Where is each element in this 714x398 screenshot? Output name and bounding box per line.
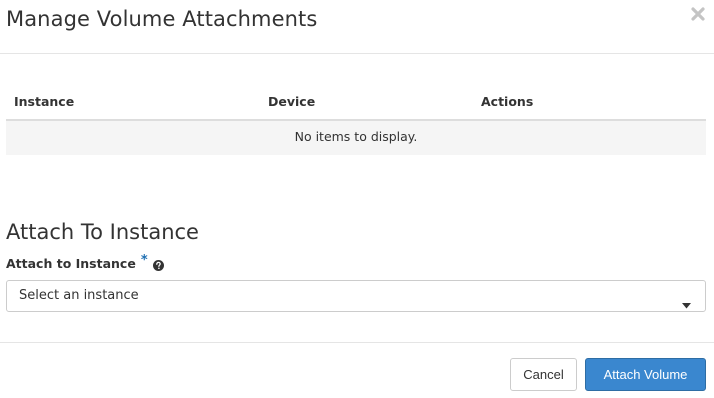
column-header-actions: Actions — [481, 94, 534, 109]
instance-select[interactable]: Select an instance — [6, 280, 706, 312]
table-empty-row: No items to display. — [6, 121, 706, 155]
manage-volume-attachments-modal: Manage Volume Attachments Instance Devic… — [0, 0, 714, 398]
caret-down-icon — [682, 294, 691, 309]
close-icon[interactable] — [690, 5, 706, 23]
required-marker: * — [140, 253, 148, 268]
modal-header: Manage Volume Attachments — [0, 0, 714, 54]
attach-to-instance-label: Attach to Instance — [6, 256, 136, 271]
modal-title: Manage Volume Attachments — [6, 7, 318, 31]
instance-select-value: Select an instance — [19, 288, 139, 303]
attachments-table: Instance Device Actions No items to disp… — [6, 88, 706, 155]
table-header-row: Instance Device Actions — [6, 88, 706, 121]
cancel-button[interactable]: Cancel — [510, 358, 577, 391]
attach-field-label-row: Attach to Instance * — [6, 253, 164, 273]
question-circle-icon[interactable] — [152, 259, 164, 271]
attach-section-title: Attach To Instance — [6, 220, 199, 244]
column-header-device[interactable]: Device — [268, 94, 315, 110]
column-header-instance[interactable]: Instance — [14, 94, 74, 110]
attach-volume-button[interactable]: Attach Volume — [585, 358, 706, 391]
modal-footer: Cancel Attach Volume — [0, 342, 714, 398]
